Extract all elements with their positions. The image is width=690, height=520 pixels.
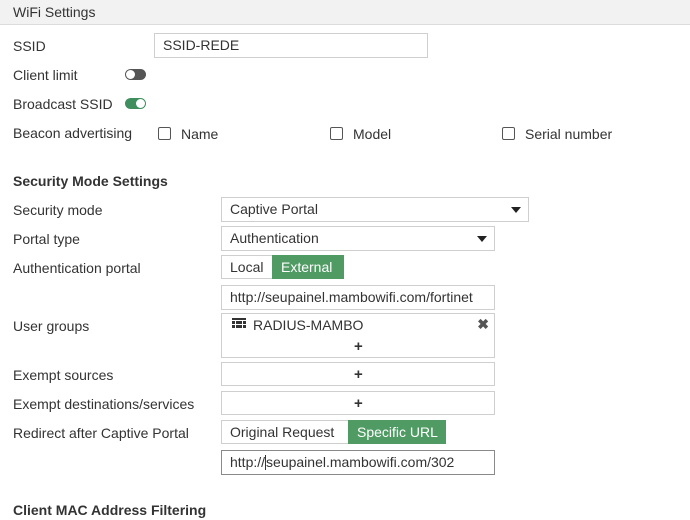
redirect-url-prefix: http:// (230, 454, 266, 470)
remove-icon[interactable]: ✖ (477, 316, 489, 333)
beacon-model-label: Model (353, 126, 392, 142)
beacon-name-checkbox[interactable] (158, 127, 171, 140)
exempt-destinations-label: Exempt destinations/services (13, 396, 195, 412)
auth-portal-local-button[interactable]: Local (221, 255, 273, 279)
group-icon (232, 318, 246, 328)
toggle-knob (136, 99, 145, 108)
section-title-wifi: WiFi Settings (13, 4, 96, 20)
user-group-name: RADIUS-MAMBO (253, 317, 364, 333)
broadcast-ssid-label: Broadcast SSID (13, 96, 113, 112)
add-exempt-destination-button[interactable]: + (354, 396, 363, 411)
mac-filtering-title: Client MAC Address Filtering (13, 502, 207, 518)
user-groups-label: User groups (13, 318, 90, 334)
redirect-specific-url-button[interactable]: Specific URL (348, 420, 446, 444)
ssid-label: SSID (13, 38, 46, 54)
beacon-model-checkbox[interactable] (330, 127, 343, 140)
user-groups-list: RADIUS-MAMBO ✖ + (221, 313, 495, 358)
beacon-advertising-label: Beacon advertising (13, 125, 133, 141)
toggle-knob (126, 70, 135, 79)
client-limit-toggle[interactable] (125, 69, 146, 80)
exempt-sources-list: + (221, 362, 495, 386)
authentication-portal-label: Authentication portal (13, 260, 141, 276)
chevron-down-icon (511, 207, 521, 213)
exempt-destinations-list: + (221, 391, 495, 415)
chevron-down-icon (477, 236, 487, 242)
security-mode-label: Security mode (13, 202, 103, 218)
security-mode-select[interactable]: Captive Portal (221, 197, 529, 222)
beacon-name-label: Name (181, 126, 219, 142)
auth-portal-url-input[interactable]: http://seupainel.mambowifi.com/fortinet (221, 285, 495, 310)
auth-portal-external-button[interactable]: External (272, 255, 344, 279)
add-exempt-source-button[interactable]: + (354, 367, 363, 382)
security-mode-value: Captive Portal (230, 201, 318, 217)
broadcast-ssid-toggle[interactable] (125, 98, 146, 109)
redirect-label: Redirect after Captive Portal (13, 425, 189, 441)
redirect-url-input[interactable]: http://seupainel.mambowifi.com/302 (221, 450, 495, 475)
redirect-original-request-button[interactable]: Original Request (221, 420, 349, 444)
redirect-url-suffix: seupainel.mambowifi.com/302 (266, 454, 455, 470)
beacon-serial-checkbox[interactable] (502, 127, 515, 140)
exempt-sources-label: Exempt sources (13, 367, 114, 383)
wifi-settings-header: WiFi Settings (0, 0, 690, 25)
client-limit-label: Client limit (13, 67, 78, 83)
portal-type-value: Authentication (230, 230, 319, 246)
portal-type-label: Portal type (13, 231, 80, 247)
ssid-input[interactable]: SSID-REDE (154, 33, 428, 58)
portal-type-select[interactable]: Authentication (221, 226, 495, 251)
security-mode-settings-title: Security Mode Settings (13, 173, 168, 189)
beacon-serial-label: Serial number (525, 126, 613, 142)
add-user-group-button[interactable]: + (354, 339, 363, 354)
